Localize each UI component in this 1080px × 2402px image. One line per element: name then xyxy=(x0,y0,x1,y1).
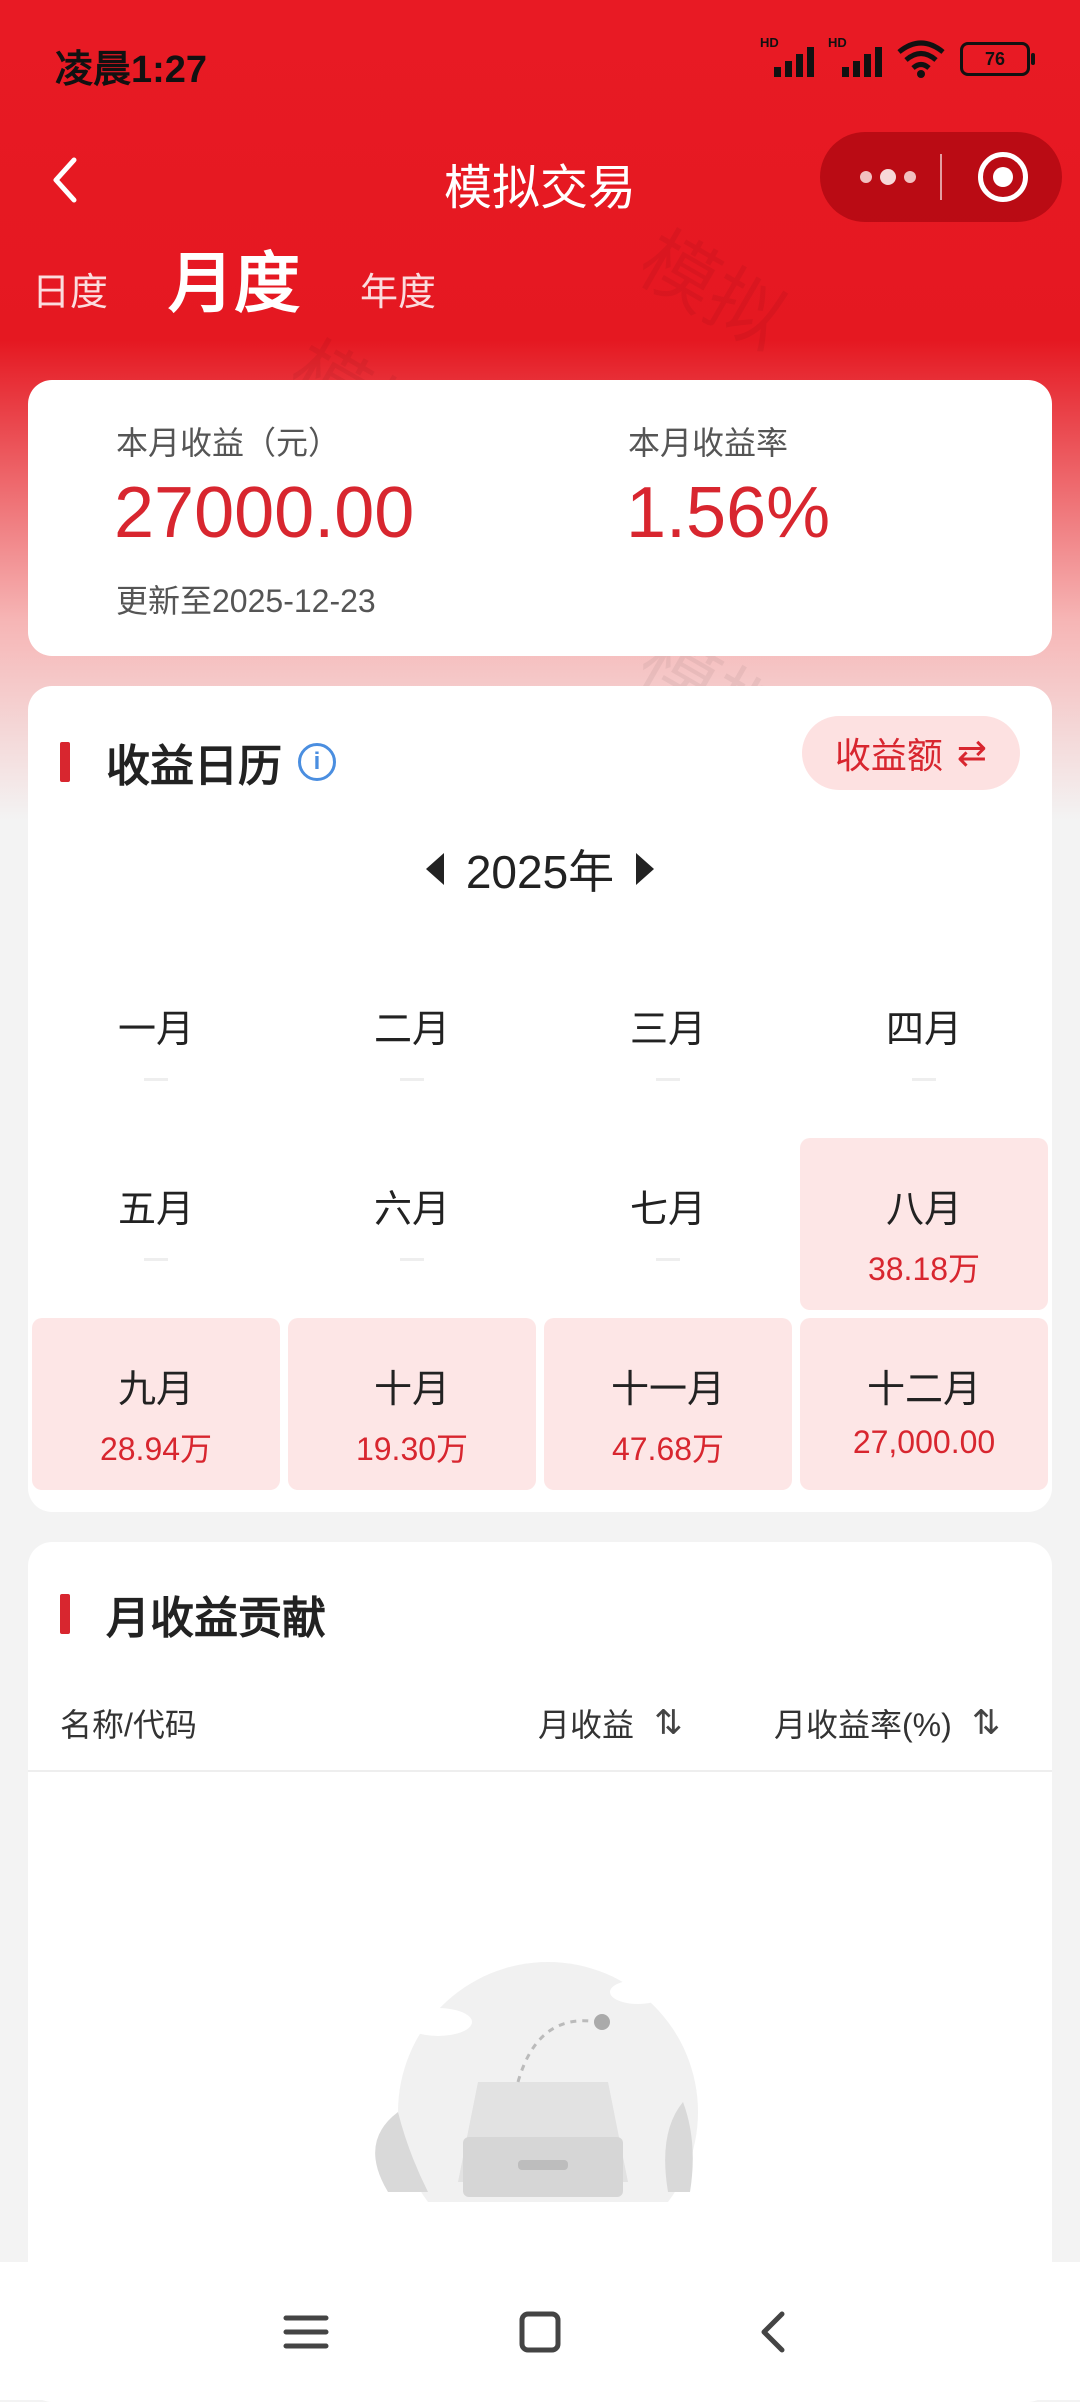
month-name: 二月 xyxy=(373,1009,450,1051)
hd-label: HD xyxy=(760,35,779,50)
month-cell[interactable]: 四月 xyxy=(800,958,1048,1130)
battery-icon: 76 xyxy=(960,42,1035,76)
column-monthly-rate[interactable]: 月收益率(%) ⇅ xyxy=(774,1700,1000,1746)
monthly-income-value: 27000.00 xyxy=(114,473,415,553)
month-income: 19.30万 xyxy=(355,1431,469,1467)
month-cell[interactable]: 二月 xyxy=(288,958,536,1130)
month-name: 三月 xyxy=(629,1009,706,1051)
tab-daily[interactable]: 日度 xyxy=(32,261,108,330)
year-label: 2025年 xyxy=(465,846,615,898)
cellular-signal-icon: HD xyxy=(760,35,814,77)
month-cell[interactable]: 九月 28.94万 xyxy=(32,1318,280,1490)
more-icon[interactable] xyxy=(860,169,916,185)
month-income: 28.94万 xyxy=(99,1431,213,1467)
status-bar: 凌晨1:27 HD HD 76 xyxy=(0,0,1080,130)
home-icon[interactable] xyxy=(510,2302,570,2362)
month-name: 六月 xyxy=(373,1189,450,1231)
month-name: 一月 xyxy=(117,1009,194,1051)
month-cell[interactable]: 八月 38.18万 xyxy=(800,1138,1048,1310)
status-time: 凌晨1:27 xyxy=(55,49,208,91)
month-name: 四月 xyxy=(885,1009,962,1051)
system-navigation-bar xyxy=(0,2262,1080,2400)
month-income: 38.18万 xyxy=(867,1251,981,1287)
top-nav: 模拟交易 xyxy=(0,130,1080,230)
tab-yearly[interactable]: 年度 xyxy=(360,261,436,330)
month-income: 27,000.00 xyxy=(852,1424,996,1460)
month-cell[interactable]: 十一月 47.68万 xyxy=(544,1318,792,1490)
month-grid: 一月 二月 三月 四月五月 六月 七月 八月 38.18万九月 28.94万 十月 19.30万 十一… xyxy=(32,958,1048,1490)
calendar-header: 收益日历 i xyxy=(60,730,336,794)
status-icons: HD HD 76 xyxy=(760,35,1035,78)
month-name: 五月 xyxy=(117,1189,194,1231)
column-label: 月收益 xyxy=(538,1707,635,1743)
no-data-dash xyxy=(912,1078,936,1081)
year-selector: 2025年 xyxy=(28,836,1052,902)
table-header: 名称/代码 月收益 ⇅ 月收益率(%) ⇅ xyxy=(28,1670,1052,1772)
menu-icon[interactable] xyxy=(276,2302,336,2362)
no-data-dash xyxy=(144,1078,168,1081)
no-data-dash xyxy=(656,1078,680,1081)
month-cell[interactable]: 十二月 27,000.00 xyxy=(800,1318,1048,1490)
section-marker xyxy=(60,742,70,782)
month-name: 十月 xyxy=(373,1369,450,1411)
month-name: 七月 xyxy=(629,1189,706,1231)
month-income: 47.68万 xyxy=(611,1431,725,1467)
no-data-dash xyxy=(400,1078,424,1081)
prev-year-icon[interactable] xyxy=(425,853,444,885)
income-type-toggle[interactable]: 收益额 ⇄ xyxy=(802,716,1020,790)
sort-icon[interactable]: ⇅ xyxy=(972,1703,1000,1743)
no-data-dash xyxy=(656,1258,680,1261)
section-marker xyxy=(60,1594,70,1634)
info-icon[interactable]: i xyxy=(298,743,336,781)
calendar-title: 收益日历 xyxy=(106,742,282,791)
back-nav-icon[interactable] xyxy=(744,2302,804,2362)
month-cell[interactable]: 五月 xyxy=(32,1138,280,1310)
monthly-rate-value: 1.56% xyxy=(626,473,831,553)
monthly-income-label: 本月收益（元） xyxy=(116,425,341,461)
sort-icon[interactable]: ⇅ xyxy=(654,1703,682,1743)
wifi-icon xyxy=(897,40,945,78)
no-data-dash xyxy=(400,1258,424,1261)
column-name-code: 名称/代码 xyxy=(60,1707,197,1743)
period-tabs: 日度 月度 年度 xyxy=(32,240,496,330)
column-label: 月收益率(%) xyxy=(774,1707,952,1743)
month-cell[interactable]: 六月 xyxy=(288,1138,536,1310)
month-name: 十一月 xyxy=(610,1369,725,1411)
capsule-divider xyxy=(940,154,942,200)
month-cell[interactable]: 七月 xyxy=(544,1138,792,1310)
next-year-icon[interactable] xyxy=(636,853,655,885)
month-name: 九月 xyxy=(117,1369,194,1411)
empty-state-illustration xyxy=(338,1962,758,2242)
contribution-header: 月收益贡献 xyxy=(60,1582,326,1646)
tab-monthly[interactable]: 月度 xyxy=(168,230,300,330)
month-cell[interactable]: 一月 xyxy=(32,958,280,1130)
month-name: 八月 xyxy=(885,1189,962,1231)
month-cell[interactable]: 十月 19.30万 xyxy=(288,1318,536,1490)
cellular-signal-icon: HD xyxy=(828,35,882,77)
no-data-dash xyxy=(144,1258,168,1261)
toggle-label: 收益额 xyxy=(834,735,943,776)
update-date: 更新至2025-12-23 xyxy=(116,583,376,619)
monthly-rate-label: 本月收益率 xyxy=(628,425,789,461)
mini-program-capsule xyxy=(820,132,1062,222)
close-target-icon[interactable] xyxy=(978,152,1028,202)
column-monthly-income[interactable]: 月收益 ⇅ xyxy=(538,1700,682,1746)
income-calendar-card: 收益日历 i 收益额 ⇄ 2025年 一月 二月 三月 四月五月 六月 七月 八月 38.18… xyxy=(28,686,1052,1512)
monthly-summary-card: 本月收益（元） 27000.00 本月收益率 1.56% 更新至2025-12-… xyxy=(28,380,1052,656)
hd-label: HD xyxy=(828,35,847,50)
contribution-title: 月收益贡献 xyxy=(106,1594,326,1643)
month-cell[interactable]: 三月 xyxy=(544,958,792,1130)
month-name: 十二月 xyxy=(866,1369,981,1411)
swap-icon: ⇄ xyxy=(956,732,988,773)
